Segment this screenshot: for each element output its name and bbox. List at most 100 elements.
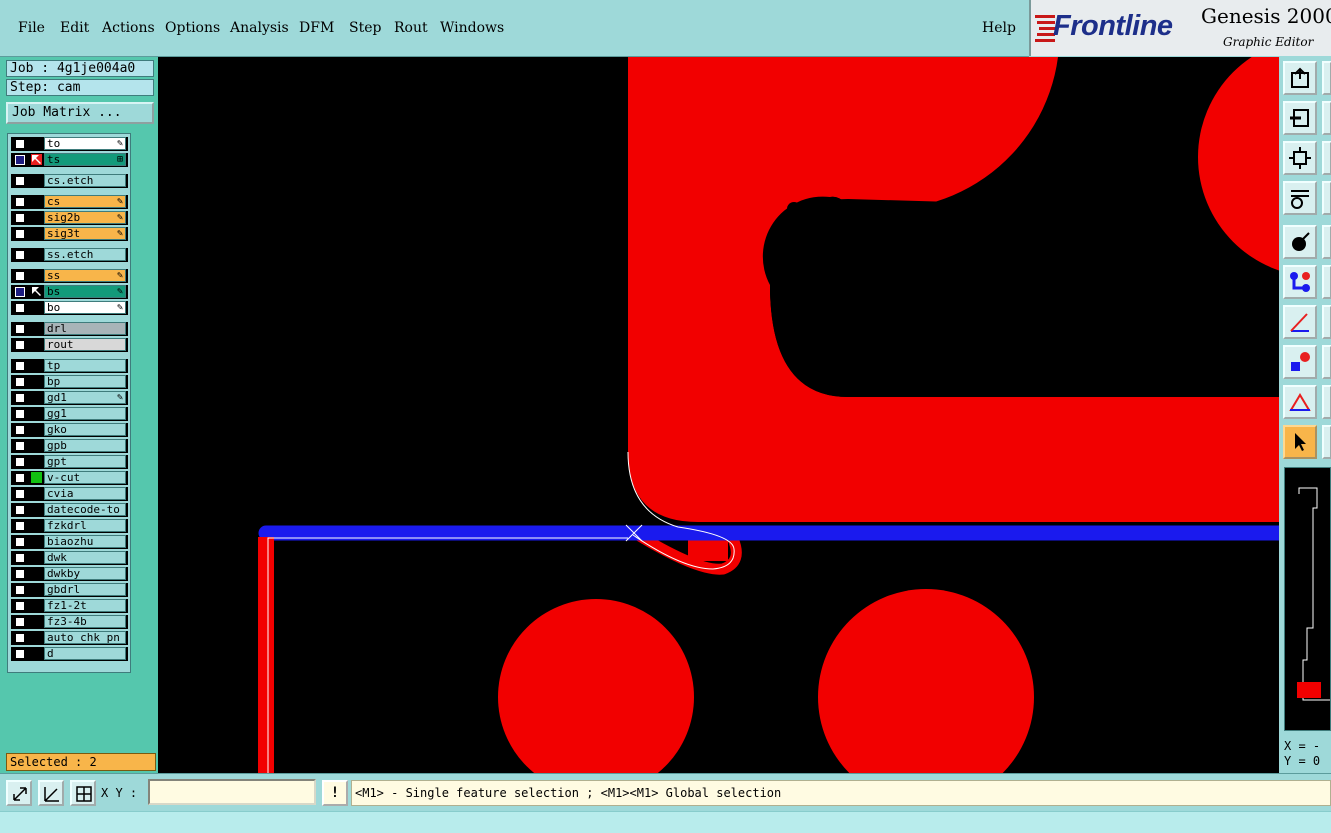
layer-name[interactable]: cvia (44, 487, 126, 500)
layer-name[interactable]: dwkby (44, 567, 126, 580)
layer-name[interactable]: cs.etch (44, 174, 126, 187)
layer-row[interactable]: tp (11, 359, 128, 373)
grid-button[interactable] (70, 780, 96, 806)
layer-checkbox[interactable] (15, 457, 25, 467)
menu-edit[interactable]: Edit (60, 20, 89, 36)
snap-button[interactable] (6, 780, 32, 806)
layer-name[interactable]: gg1 (44, 407, 126, 420)
layer-row[interactable]: fz3-4b (11, 615, 128, 629)
overview-map[interactable] (1284, 467, 1331, 731)
layer-checkbox[interactable] (15, 473, 25, 483)
layer-checkbox[interactable] (15, 176, 25, 186)
layer-row[interactable]: auto_chk_pn (11, 631, 128, 645)
layer-name[interactable]: bs ✎ (44, 285, 126, 298)
menu-help[interactable]: Help (982, 20, 1016, 36)
settings-button[interactable] (1283, 181, 1317, 215)
layer-checkbox[interactable] (15, 377, 25, 387)
layer-checkbox[interactable] (15, 569, 25, 579)
layer-row[interactable]: gpb (11, 439, 128, 453)
layer-row[interactable]: biaozhu (11, 535, 128, 549)
layer-checkbox[interactable] (15, 521, 25, 531)
layer-name[interactable]: bo ✎ (44, 301, 126, 314)
toolbar-overflow[interactable] (1322, 225, 1331, 259)
toolbar-overflow[interactable] (1322, 385, 1331, 419)
layer-row[interactable]: gg1 (11, 407, 128, 421)
layer-checkbox[interactable] (15, 303, 25, 313)
layer-name[interactable]: gd1 ✎ (44, 391, 126, 404)
layer-name[interactable]: tp (44, 359, 126, 372)
toolbar-overflow[interactable] (1322, 101, 1331, 135)
menu-analysis[interactable]: Analysis (230, 20, 289, 36)
layer-checkbox[interactable] (15, 441, 25, 451)
layer-checkbox[interactable] (15, 197, 25, 207)
layer-row[interactable]: datecode-to (11, 503, 128, 517)
layer-name[interactable]: drl (44, 322, 126, 335)
zoom-home-button[interactable] (1283, 61, 1317, 95)
menu-rout[interactable]: Rout (394, 20, 428, 36)
layer-checkbox[interactable] (15, 287, 25, 297)
toolbar-overflow[interactable] (1322, 181, 1331, 215)
toolbar-overflow[interactable] (1322, 425, 1331, 459)
move-button[interactable] (1283, 345, 1317, 379)
layer-name[interactable]: fz1-2t (44, 599, 126, 612)
toolbar-overflow[interactable] (1322, 265, 1331, 299)
layer-checkbox[interactable] (15, 213, 25, 223)
toolbar-overflow[interactable] (1322, 345, 1331, 379)
pad-right[interactable] (1198, 57, 1279, 277)
layer-name[interactable]: sig3t ✎ (44, 227, 126, 240)
layer-row[interactable]: cs.etch (11, 174, 128, 188)
layer-row[interactable]: gbdrl (11, 583, 128, 597)
layer-row[interactable]: cvia (11, 487, 128, 501)
angle-button[interactable] (1283, 305, 1317, 339)
layer-name[interactable]: auto_chk_pn (44, 631, 126, 644)
layer-checkbox[interactable] (15, 229, 25, 239)
layer-name[interactable]: gpb (44, 439, 126, 452)
layer-checkbox[interactable] (15, 489, 25, 499)
layer-row[interactable]: d (11, 647, 128, 661)
layer-checkbox[interactable] (15, 601, 25, 611)
measure-tool-button[interactable] (38, 780, 64, 806)
layer-row[interactable]: sig2b ✎ (11, 211, 128, 225)
layer-checkbox[interactable] (15, 340, 25, 350)
small-dot[interactable] (787, 202, 801, 216)
zoom-fit-button[interactable] (1283, 141, 1317, 175)
graphic-canvas[interactable] (158, 57, 1279, 773)
layer-row[interactable]: gko (11, 423, 128, 437)
layer-checkbox[interactable] (15, 537, 25, 547)
layer-row[interactable]: to ✎ (11, 137, 128, 151)
exclamation-button[interactable]: ! (322, 780, 348, 806)
layer-name[interactable]: dwk (44, 551, 126, 564)
add-feature-button[interactable] (1283, 225, 1317, 259)
layer-row[interactable]: v-cut (11, 471, 128, 485)
layer-checkbox[interactable] (15, 250, 25, 260)
layer-name[interactable]: datecode-to (44, 503, 126, 516)
layer-row[interactable]: fzkdrl (11, 519, 128, 533)
zoom-previous-button[interactable] (1283, 101, 1317, 135)
layer-checkbox[interactable] (15, 425, 25, 435)
layer-name[interactable]: gko (44, 423, 126, 436)
toolbar-overflow[interactable] (1322, 141, 1331, 175)
pad-circle-right[interactable] (818, 589, 1034, 773)
layer-name[interactable]: d (44, 647, 126, 660)
job-matrix-button[interactable]: Job Matrix ... (6, 102, 154, 124)
layer-row[interactable]: dwkby (11, 567, 128, 581)
menu-step[interactable]: Step (349, 20, 381, 36)
layer-name[interactable]: gpt (44, 455, 126, 468)
layer-checkbox[interactable] (15, 409, 25, 419)
layer-row[interactable]: gpt (11, 455, 128, 469)
layer-row[interactable]: fz1-2t (11, 599, 128, 613)
layer-row[interactable]: cs ✎ (11, 195, 128, 209)
layer-checkbox[interactable] (15, 393, 25, 403)
layer-name[interactable]: rout (44, 338, 126, 351)
layer-checkbox[interactable] (15, 155, 25, 165)
layer-checkbox[interactable] (15, 585, 25, 595)
toolbar-overflow[interactable] (1322, 305, 1331, 339)
layer-checkbox[interactable] (15, 271, 25, 281)
layer-row[interactable]: rout (11, 338, 128, 352)
toolbar-overflow[interactable] (1322, 61, 1331, 95)
connect-button[interactable] (1283, 265, 1317, 299)
layer-checkbox[interactable] (15, 633, 25, 643)
menu-options[interactable]: Options (165, 20, 220, 36)
layer-row[interactable]: dwk (11, 551, 128, 565)
pad-circle-left[interactable] (498, 599, 694, 773)
